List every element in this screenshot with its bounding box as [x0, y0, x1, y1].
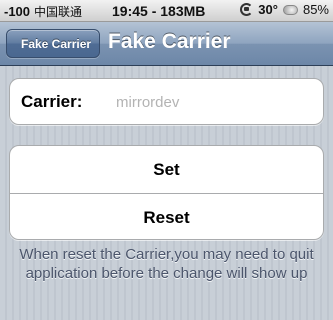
battery-percent: 85%	[302, 2, 329, 17]
reset-button[interactable]: Reset	[10, 193, 323, 239]
status-time-memory: 19:45 - 183MB	[112, 3, 206, 19]
navigation-bar: Fake Carrier Fake Carrier	[0, 22, 333, 66]
temperature: 30°	[258, 2, 278, 17]
footer-note: When reset the Carrier,you may need to q…	[19, 246, 314, 282]
set-button-label: Set	[153, 159, 180, 179]
carrier-name: 中国联通	[34, 5, 83, 19]
back-button-label: Fake Carrier	[21, 36, 92, 51]
rotation-lock-icon	[240, 3, 254, 16]
status-bar: -100 中国联通 19:45 - 183MB 30° 85%	[0, 0, 333, 22]
weather-icon	[282, 4, 298, 15]
page-title: Fake Carrier	[108, 30, 231, 53]
back-button[interactable]: Fake Carrier	[6, 29, 101, 58]
status-carrier: -100 中国联通	[4, 3, 82, 20]
carrier-input[interactable]	[116, 90, 311, 114]
status-right: 30° 85%	[240, 2, 329, 17]
set-button[interactable]: Set	[10, 146, 323, 193]
reset-button-label: Reset	[143, 207, 190, 227]
carrier-group: Carrier:	[9, 78, 324, 125]
signal-strength: -100	[4, 4, 31, 19]
actions-group: Set Reset	[9, 145, 324, 240]
carrier-label: Carrier:	[21, 92, 83, 111]
